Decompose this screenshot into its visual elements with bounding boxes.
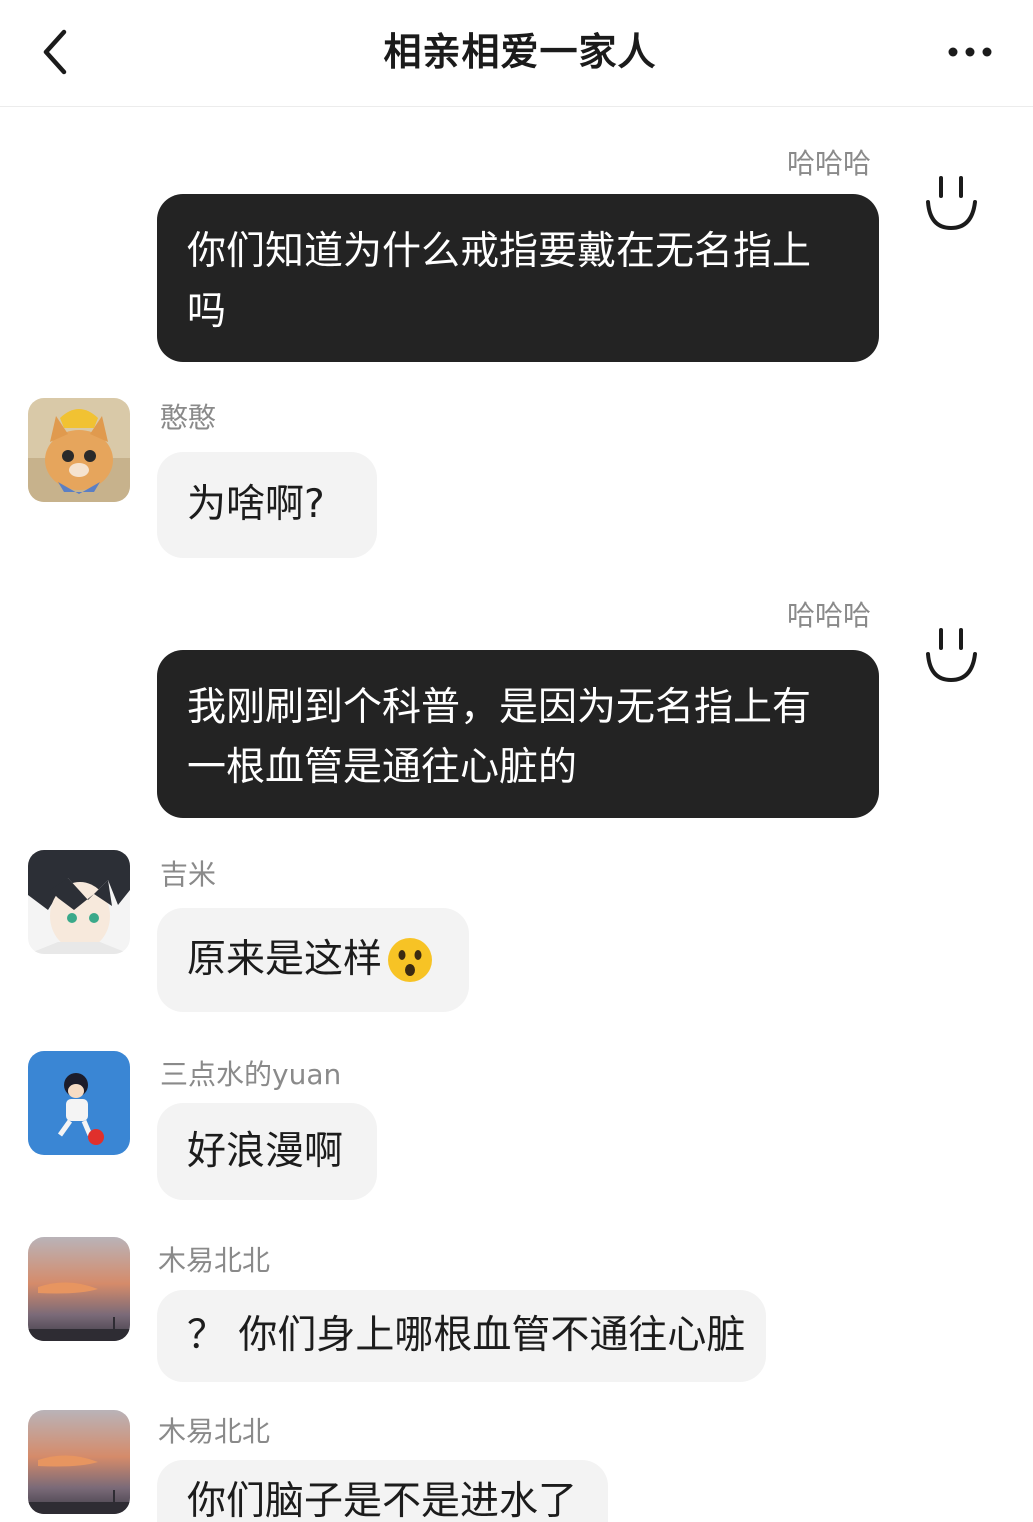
sunset-sky-avatar-icon	[28, 1410, 130, 1514]
message-text-line: 吗	[187, 289, 227, 334]
more-horizontal-icon	[948, 47, 992, 57]
message-text: 你们脑子是不是进水了	[187, 1479, 578, 1522]
more-button[interactable]	[940, 30, 1000, 74]
avatar[interactable]	[28, 1410, 130, 1514]
sender-name: 吉米	[160, 858, 217, 891]
anime-boy-avatar-icon	[28, 850, 130, 954]
message-text: ？ 你们身上哪根血管不通往心脏	[187, 1313, 746, 1358]
chat-title: 相亲相爱一家人	[383, 30, 657, 74]
message-bubble-self[interactable]: 你们知道为什么戒指要戴在无名指上 吗	[157, 194, 879, 362]
sender-name: 憨憨	[160, 401, 217, 434]
sunset-sky-avatar-icon	[28, 1237, 130, 1341]
smiley-face-icon[interactable]	[918, 168, 984, 234]
message-bubble[interactable]: 你们脑子是不是进水了	[157, 1460, 608, 1522]
surprised-face-emoji	[386, 936, 434, 984]
message-text-line: 一根血管是通往心脏的	[187, 745, 578, 790]
message-bubble[interactable]: 好浪漫啊	[157, 1103, 377, 1200]
message-text: 原来是这样	[187, 937, 383, 982]
message-text: 好浪漫啊	[187, 1128, 344, 1174]
sender-name: 哈哈哈	[787, 599, 872, 632]
cat-avatar-icon	[28, 398, 130, 502]
avatar[interactable]	[28, 850, 130, 954]
smiley-face-icon[interactable]	[918, 620, 984, 686]
message-bubble[interactable]: 为啥啊?	[157, 452, 377, 558]
sender-name: 木易北北	[158, 1244, 271, 1277]
chevron-left-icon	[43, 29, 67, 75]
sender-name: 三点水的yuan	[160, 1058, 342, 1091]
chat-screen: 相亲相爱一家人 哈哈哈 你们知道为什么戒指要戴在无名指上 吗 憨憨 为啥啊? 哈…	[0, 0, 1033, 1522]
message-text-line: 你们知道为什么戒指要戴在无名指上	[187, 229, 812, 274]
avatar[interactable]	[28, 1051, 130, 1155]
message-bubble-self[interactable]: 我刚刷到个科普，是因为无名指上有 一根血管是通往心脏的	[157, 650, 879, 818]
sender-name: 木易北北	[158, 1415, 271, 1448]
cartoon-boy-avatar-icon	[28, 1051, 130, 1155]
back-button[interactable]	[30, 22, 80, 82]
message-bubble[interactable]: 原来是这样	[157, 908, 469, 1012]
sender-name: 哈哈哈	[787, 147, 872, 180]
avatar[interactable]	[28, 398, 130, 502]
chat-header: 相亲相爱一家人	[0, 0, 1033, 107]
message-text: 为啥啊?	[187, 482, 325, 527]
message-bubble[interactable]: ？ 你们身上哪根血管不通往心脏	[157, 1290, 766, 1382]
avatar[interactable]	[28, 1237, 130, 1341]
message-text-line: 我刚刷到个科普，是因为无名指上有	[187, 685, 812, 730]
